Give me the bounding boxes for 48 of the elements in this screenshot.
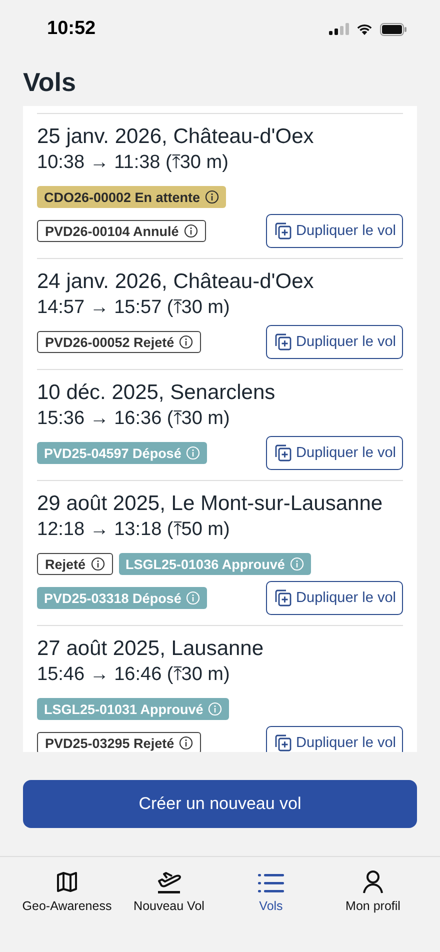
- person-icon: [362, 870, 384, 894]
- duplicate-icon: [274, 444, 292, 462]
- flight-times: 10:38 → 11:38 (⤒30 m): [37, 151, 230, 175]
- flight-times: 15:46 → 16:46 (⤒30 m): [37, 663, 231, 687]
- info-icon: [186, 446, 200, 460]
- info-icon: [205, 190, 220, 204]
- duplicate-button[interactable]: Dupliquer le vol: [266, 214, 403, 248]
- status-badge[interactable]: PVD26-00104 Annulé: [37, 220, 206, 242]
- map-icon: [55, 870, 79, 894]
- flight-title: 24 janv. 2026, Château-d'Oex: [37, 269, 315, 295]
- status-badge[interactable]: CDO26-00002 En attente: [37, 186, 226, 208]
- tab[interactable]: Geo-Awareness: [16, 865, 118, 913]
- status-badge[interactable]: Rejeté: [37, 553, 113, 575]
- battery-icon: [380, 22, 407, 36]
- duplicate-icon: [274, 734, 292, 752]
- duplicate-button[interactable]: Dupliquer le vol: [266, 581, 403, 615]
- create-flight-button[interactable]: Créer un nouveau vol: [23, 780, 417, 828]
- status-badge[interactable]: PVD25-03295 Rejeté: [37, 732, 202, 752]
- flight-title: 25 janv. 2026, Château-d'Oex: [37, 124, 315, 150]
- duplicate-icon: [274, 222, 292, 240]
- flight-times: 12:18 → 13:18 (⤒50 m): [37, 518, 231, 542]
- list-icon: [258, 872, 284, 894]
- status-time: 10:52: [47, 18, 96, 40]
- tab[interactable]: Mon profil: [322, 865, 424, 913]
- info-icon: [179, 736, 194, 750]
- status-badge[interactable]: PVD26-00052 Rejeté: [37, 331, 202, 353]
- duplicate-icon: [274, 589, 292, 607]
- duplicate-button[interactable]: Dupliquer le vol: [266, 436, 403, 470]
- tab[interactable]: Nouveau Vol: [118, 865, 220, 913]
- duplicate-button[interactable]: Dupliquer le vol: [266, 325, 403, 359]
- info-icon: [179, 335, 194, 349]
- info-icon: [90, 557, 105, 571]
- info-icon: [208, 702, 222, 716]
- duplicate-icon: [274, 333, 292, 351]
- tab[interactable]: Vols: [220, 865, 322, 913]
- signal-icon: [329, 23, 349, 35]
- wifi-icon: [356, 23, 373, 35]
- flight-times: 14:57 → 15:57 (⤒30 m): [37, 296, 231, 320]
- airplane-takeoff-icon: [155, 870, 183, 894]
- flight-title: 27 août 2025, Lausanne: [37, 636, 265, 662]
- duplicate-button[interactable]: Dupliquer le vol: [266, 726, 403, 752]
- flight-title: 10 déc. 2025, Senarclens: [37, 380, 276, 406]
- page-title: Vols: [23, 66, 77, 99]
- info-icon: [186, 591, 200, 605]
- info-icon: [290, 557, 304, 571]
- flight-title: 29 août 2025, Le Mont-sur-Lausanne: [37, 491, 384, 517]
- flight-times: 15:36 → 16:36 (⤒30 m): [37, 407, 231, 431]
- info-icon: [184, 224, 198, 238]
